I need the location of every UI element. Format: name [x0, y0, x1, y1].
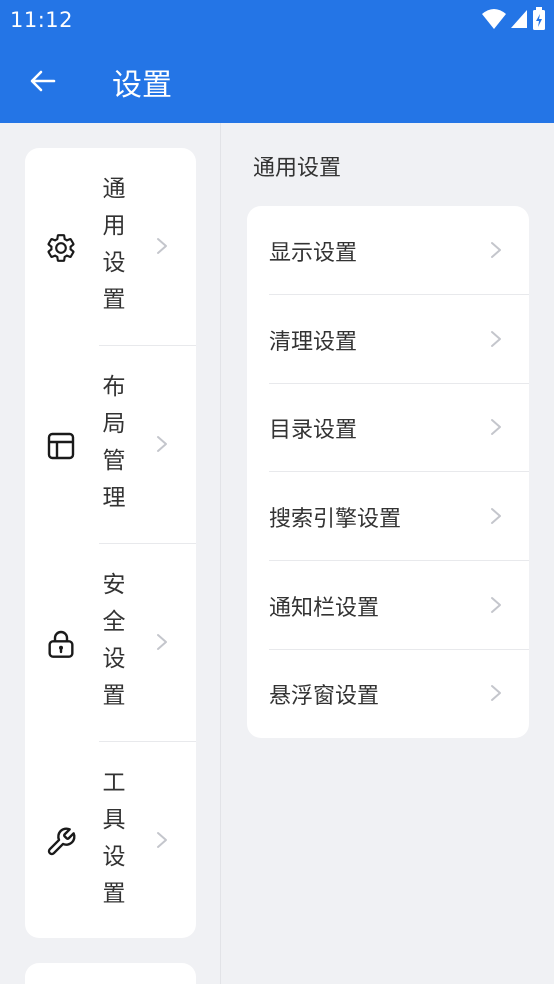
layout-icon: [47, 432, 75, 460]
sidebar: 通用设置 布局管理 安全设置 工具设置: [0, 123, 221, 984]
setting-item-cleanup[interactable]: 清理设置: [247, 295, 529, 383]
wrench-icon: [47, 827, 76, 856]
arrow-left-icon: [30, 70, 56, 92]
chevron-right-icon: [491, 685, 501, 701]
chevron-right-icon: [491, 242, 501, 258]
setting-item-label: 目录设置: [269, 418, 358, 443]
sidebar-item-layout[interactable]: 布局管理: [25, 346, 196, 544]
sidebar-menu-card: 通用设置 布局管理 安全设置 工具设置: [25, 148, 196, 938]
sidebar-menu-card-2: [25, 963, 196, 984]
app-bar: 设置: [0, 38, 554, 123]
status-icons: [482, 7, 546, 31]
sidebar-item-label: 布局管理: [102, 374, 126, 511]
sidebar-item-tools[interactable]: 工具设置: [25, 742, 196, 938]
setting-item-floating-window[interactable]: 悬浮窗设置: [247, 649, 529, 737]
status-bar: 11:12: [0, 0, 554, 38]
sidebar-item-label: 工具设置: [102, 770, 126, 907]
sidebar-item-security[interactable]: 安全设置: [25, 544, 196, 742]
content-area: 通用设置 布局管理 安全设置 工具设置 通用设置 显示设置 清理设置 目录设置 …: [0, 123, 554, 984]
back-button[interactable]: [20, 58, 66, 104]
settings-list-card: 显示设置 清理设置 目录设置 搜索引擎设置 通知栏设置 悬浮窗设置: [247, 206, 529, 738]
sidebar-item-general[interactable]: 通用设置: [25, 148, 196, 346]
setting-item-label: 显示设置: [269, 241, 358, 266]
chevron-right-icon: [491, 597, 501, 613]
chevron-right-icon: [157, 238, 167, 254]
chevron-right-icon: [491, 331, 501, 347]
chevron-right-icon: [157, 832, 167, 848]
setting-item-label: 搜索引擎设置: [269, 507, 402, 532]
chevron-right-icon: [491, 508, 501, 524]
chevron-right-icon: [491, 419, 501, 435]
setting-item-label: 悬浮窗设置: [269, 684, 380, 709]
page-title: 设置: [112, 68, 172, 103]
battery-icon: [533, 7, 545, 30]
setting-item-display[interactable]: 显示设置: [247, 206, 529, 294]
lock-icon: [48, 630, 74, 658]
status-time: 11:12: [10, 8, 74, 32]
wifi-icon: [482, 9, 506, 29]
setting-item-directory[interactable]: 目录设置: [247, 383, 529, 471]
setting-item-label: 清理设置: [269, 330, 358, 355]
signal-icon: [511, 10, 527, 28]
gear-icon: [47, 234, 75, 262]
section-title: 通用设置: [253, 156, 342, 181]
setting-item-search-engine[interactable]: 搜索引擎设置: [247, 472, 529, 560]
setting-item-notification[interactable]: 通知栏设置: [247, 561, 529, 649]
chevron-right-icon: [157, 634, 167, 650]
chevron-right-icon: [157, 436, 167, 452]
sidebar-item-label: 通用设置: [102, 176, 126, 313]
setting-item-label: 通知栏设置: [269, 596, 380, 621]
sidebar-item-label: 安全设置: [102, 572, 126, 709]
